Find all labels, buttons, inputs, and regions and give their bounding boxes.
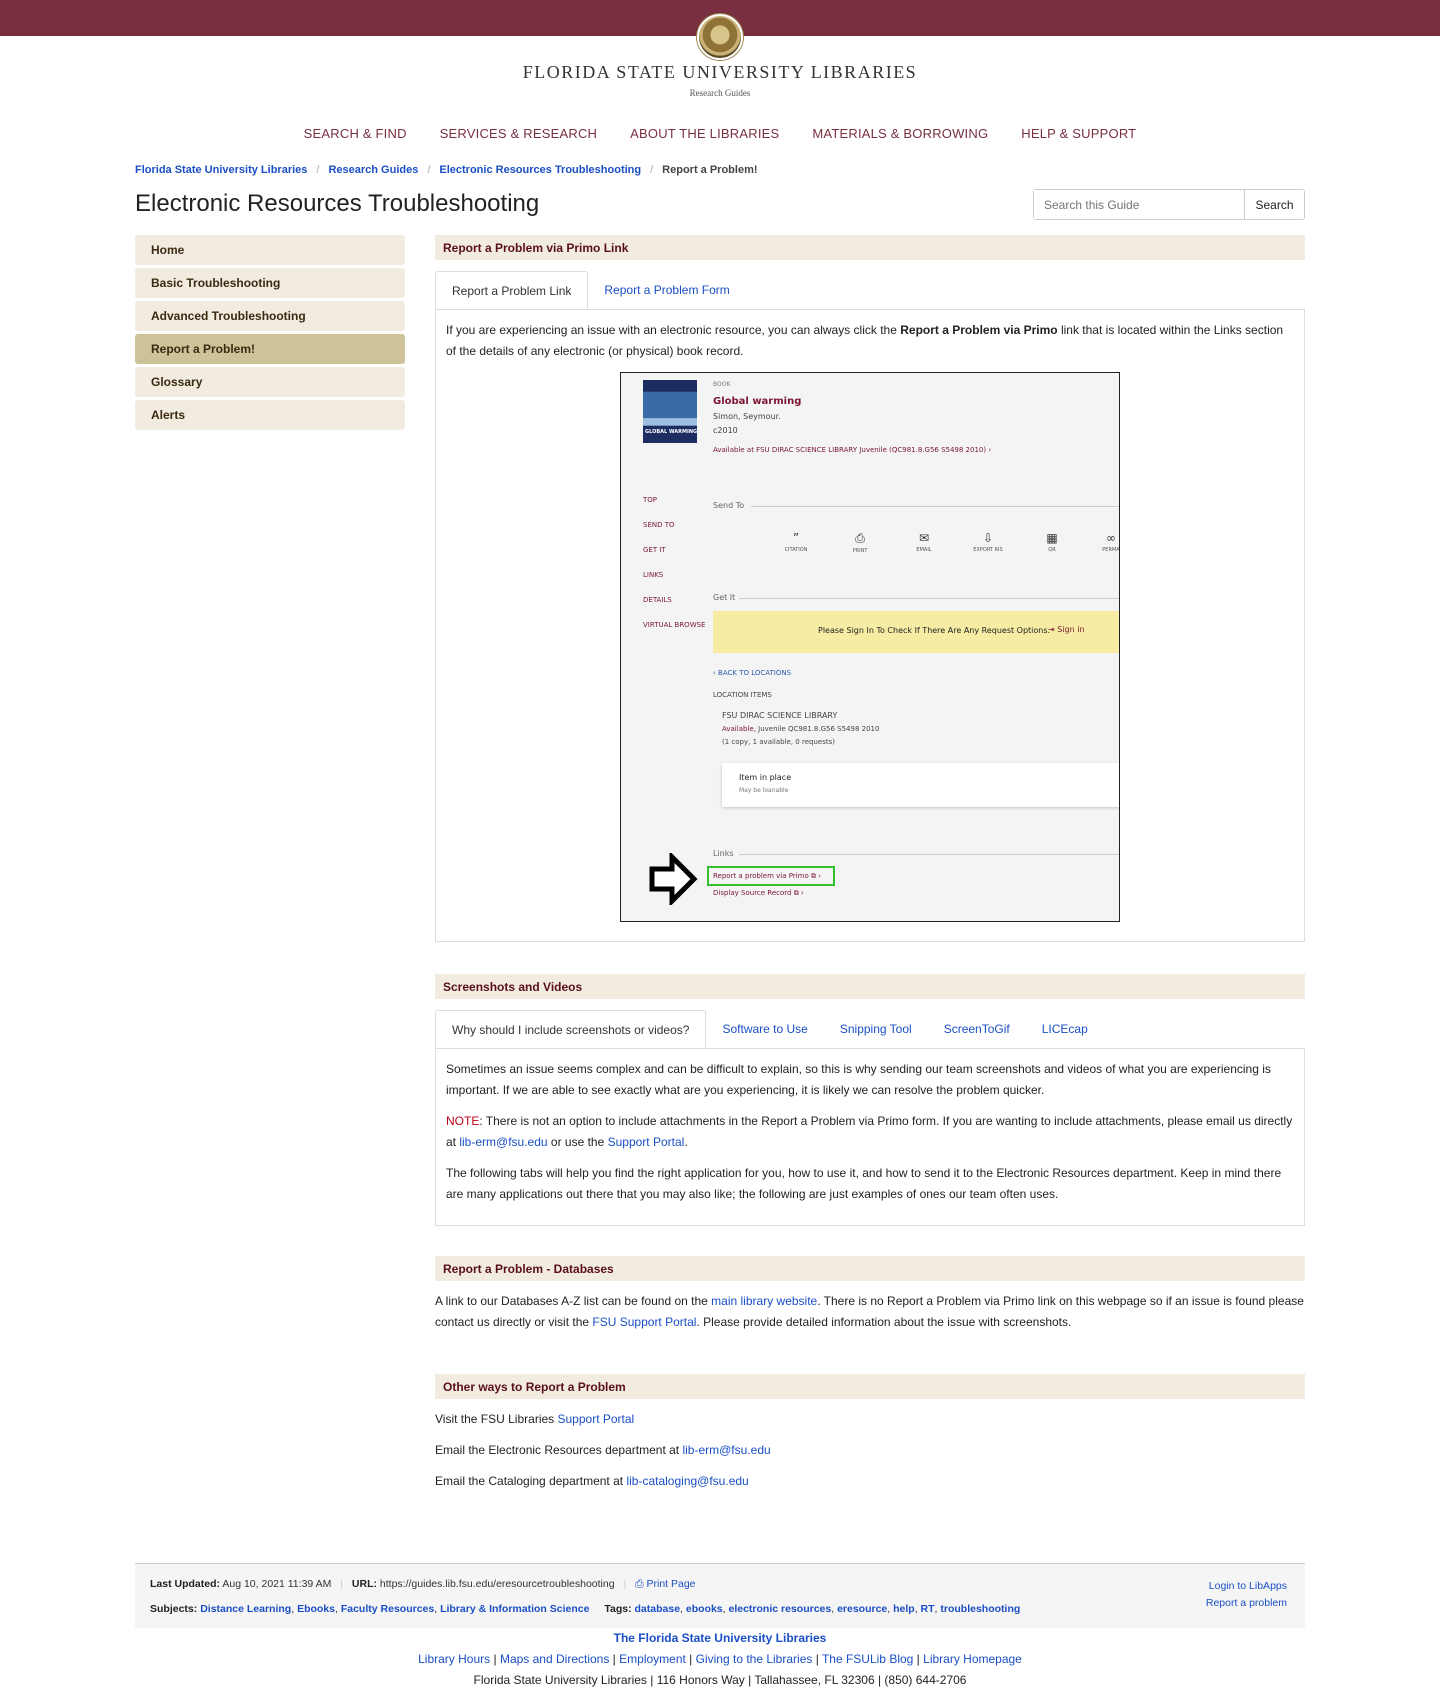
erm-email-link[interactable]: lib-erm@fsu.edu	[459, 1135, 547, 1149]
nav-services-research[interactable]: SERVICES & RESEARCH	[440, 126, 597, 141]
other-way-cataloging-email: Email the Cataloging department at lib-c…	[435, 1474, 749, 1488]
subject-library-info-science[interactable]: Library & Information Science	[440, 1603, 589, 1615]
tag-ebooks[interactable]: ebooks	[686, 1603, 723, 1615]
last-updated: Aug 10, 2021 11:39 AM	[222, 1578, 332, 1590]
footer-links: Library Hours | Maps and Directions | Em…	[418, 1652, 1022, 1666]
fsu-libraries-footer-link[interactable]: The Florida State University Libraries	[614, 1631, 827, 1645]
sidebar-item-report[interactable]: Report a Problem!	[135, 334, 405, 364]
tab-software[interactable]: Software to Use	[706, 1010, 823, 1049]
fsu-seal-logo[interactable]	[697, 14, 743, 60]
main-nav: SEARCH & FIND SERVICES & RESEARCH ABOUT …	[0, 126, 1440, 141]
nav-about[interactable]: ABOUT THE LIBRARIES	[630, 126, 779, 141]
pointing-arrow-icon	[649, 853, 698, 905]
tag-rt[interactable]: RT	[921, 1603, 935, 1615]
guide-search: Search	[1033, 189, 1305, 220]
primo-record-screenshot: GLOBAL WARMING BOOK Global warming Simon…	[620, 372, 1120, 922]
cataloging-email-link[interactable]: lib-cataloging@fsu.edu	[626, 1474, 748, 1488]
site-brand[interactable]: FLORIDA STATE UNIVERSITY LIBRARIES	[0, 62, 1440, 83]
sidebar-item-basic[interactable]: Basic Troubleshooting	[135, 268, 405, 298]
main-library-link[interactable]: main library website	[711, 1294, 817, 1308]
footer-link-homepage[interactable]: Library Homepage	[923, 1652, 1022, 1666]
tag-electronic-resources[interactable]: electronic resources	[729, 1603, 832, 1615]
box2-paragraph-1: Sometimes an issue seems complex and can…	[446, 1062, 1271, 1097]
box-other-ways-header: Other ways to Report a Problem	[435, 1374, 1305, 1399]
footer-link-hours[interactable]: Library Hours	[418, 1652, 490, 1666]
tab-snipping-tool[interactable]: Snipping Tool	[824, 1010, 928, 1049]
sidebar-item-advanced[interactable]: Advanced Troubleshooting	[135, 301, 405, 331]
footer-link-employment[interactable]: Employment	[619, 1652, 686, 1666]
report-problem-primo-link: Report a problem via Primo ⧉ ›	[713, 872, 822, 880]
email-icon: ✉	[918, 531, 930, 545]
report-problem-link[interactable]: Report a problem	[1206, 1597, 1287, 1609]
box1-intro: If you are experiencing an issue with an…	[446, 323, 1284, 358]
footer-link-blog[interactable]: The FSULib Blog	[822, 1652, 913, 1666]
breadcrumb-guide[interactable]: Electronic Resources Troubleshooting	[439, 164, 641, 176]
nav-materials-borrowing[interactable]: MATERIALS & BORROWING	[812, 126, 988, 141]
support-portal-link[interactable]: Support Portal	[608, 1135, 685, 1149]
login-libapps-link[interactable]: Login to LibApps	[1206, 1580, 1287, 1592]
other-way-portal: Visit the FSU Libraries Support Portal	[435, 1412, 635, 1426]
subject-distance-learning[interactable]: Distance Learning	[200, 1603, 291, 1615]
tab-licecap[interactable]: LICEcap	[1026, 1010, 1104, 1049]
box2-note: NOTE: There is not an option to include …	[446, 1114, 1293, 1149]
citation-icon: ”	[792, 531, 800, 545]
breadcrumb-current: Report a Problem!	[662, 164, 758, 176]
breadcrumb-research-guides[interactable]: Research Guides	[328, 164, 418, 176]
guide-footer: Last Updated: Aug 10, 2021 11:39 AM | UR…	[135, 1563, 1305, 1628]
search-button[interactable]: Search	[1245, 190, 1304, 219]
tag-database[interactable]: database	[635, 1603, 681, 1615]
box2-paragraph-3: The following tabs will help you find th…	[446, 1166, 1282, 1201]
box1-tabs: Report a Problem Link Report a Problem F…	[435, 271, 746, 310]
tab-why-screenshots[interactable]: Why should I include screenshots or vide…	[435, 1010, 707, 1049]
tag-eresource[interactable]: eresource	[837, 1603, 887, 1615]
qr-icon: ▦	[1046, 531, 1058, 545]
sidebar-item-home[interactable]: Home	[135, 235, 405, 265]
fsu-support-portal-link[interactable]: FSU Support Portal	[592, 1315, 696, 1329]
box-primo-link-header: Report a Problem via Primo Link	[435, 235, 1305, 260]
subject-ebooks[interactable]: Ebooks	[297, 1603, 335, 1615]
box-databases-header: Report a Problem - Databases	[435, 1256, 1305, 1281]
breadcrumb: Florida State University Libraries / Resea…	[135, 164, 758, 176]
subject-faculty-resources[interactable]: Faculty Resources	[341, 1603, 434, 1615]
box-screenshots-header: Screenshots and Videos	[435, 974, 1305, 999]
tag-help[interactable]: help	[893, 1603, 915, 1615]
search-input[interactable]	[1034, 190, 1245, 219]
tab-screentogif[interactable]: ScreenToGif	[928, 1010, 1026, 1049]
guide-sidebar: Home Basic Troubleshooting Advanced Trou…	[135, 235, 405, 433]
export-icon: ⇩	[982, 531, 994, 545]
other-way-erm-email: Email the Electronic Resources departmen…	[435, 1443, 771, 1457]
tab-report-form[interactable]: Report a Problem Form	[588, 271, 745, 310]
nav-search-find[interactable]: SEARCH & FIND	[304, 126, 407, 141]
sidebar-item-glossary[interactable]: Glossary	[135, 367, 405, 397]
sidebar-item-alerts[interactable]: Alerts	[135, 400, 405, 430]
tab-report-link[interactable]: Report a Problem Link	[435, 271, 589, 310]
nav-help-support[interactable]: HELP & SUPPORT	[1021, 126, 1136, 141]
box2-panel: Sometimes an issue seems complex and can…	[435, 1048, 1305, 1226]
site-subtitle: Research Guides	[689, 88, 751, 98]
sign-in-icon: ⇥	[1048, 625, 1055, 634]
print-icon: ⎙	[635, 1578, 644, 1590]
print-icon: ⎙	[855, 531, 865, 545]
footer-link-maps[interactable]: Maps and Directions	[500, 1652, 609, 1666]
permalink-icon: ∞	[1106, 531, 1116, 545]
box2-tabs: Why should I include screenshots or vide…	[435, 1010, 1104, 1049]
footer-address: Florida State University Libraries | 116…	[473, 1673, 967, 1687]
tag-troubleshooting[interactable]: troubleshooting	[940, 1603, 1020, 1615]
breadcrumb-fsu-libraries[interactable]: Florida State University Libraries	[135, 164, 307, 176]
page-title: Electronic Resources Troubleshooting	[135, 190, 540, 217]
guide-url: https://guides.lib.fsu.edu/eresourcetrou…	[379, 1578, 615, 1590]
print-page-link[interactable]: ⎙ Print Page	[635, 1578, 695, 1590]
support-portal-link-2[interactable]: Support Portal	[558, 1412, 635, 1426]
footer-link-giving[interactable]: Giving to the Libraries	[696, 1652, 813, 1666]
erm-email-link-2[interactable]: lib-erm@fsu.edu	[682, 1443, 770, 1457]
box3-text: A link to our Databases A-Z list can be …	[435, 1294, 1304, 1329]
